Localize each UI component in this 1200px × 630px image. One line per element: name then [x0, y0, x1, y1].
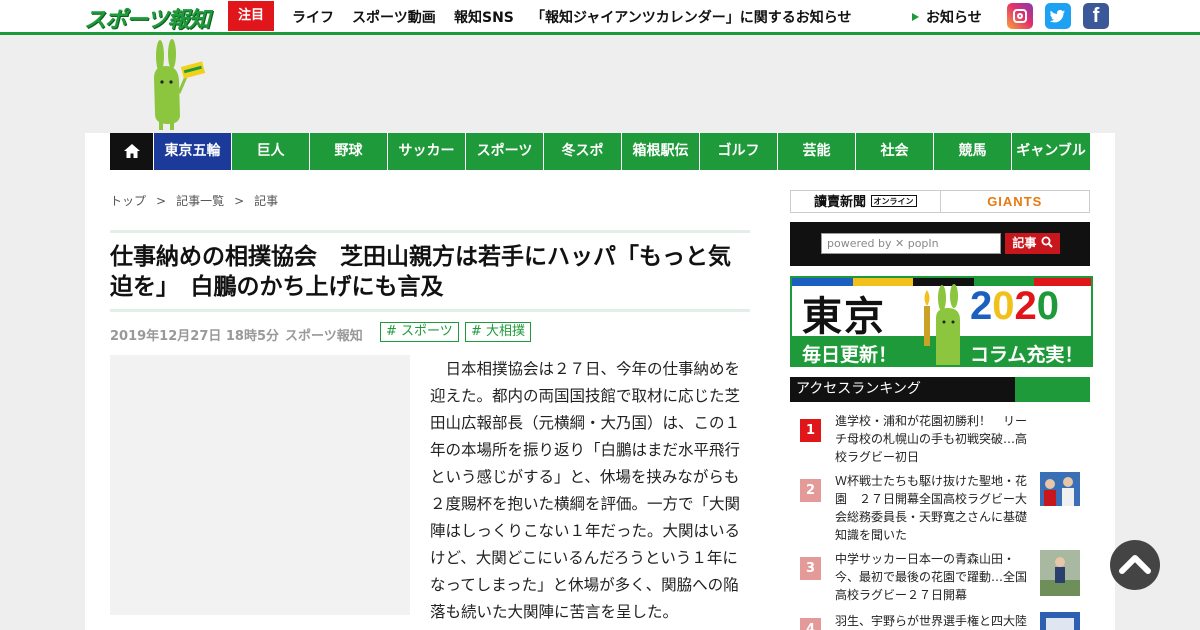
tokyo-banner-sub-left: 毎日更新！: [802, 344, 898, 366]
breadcrumb-article-list[interactable]: 記事一覧: [176, 194, 224, 208]
home-icon: [123, 144, 140, 158]
triangle-right-icon: [912, 13, 919, 21]
site-logo[interactable]: スポーツ報知: [84, 2, 211, 33]
tab-gambling[interactable]: ギャンブル: [1012, 133, 1090, 170]
tokyo-banner-title-left: 東京: [802, 294, 886, 340]
tokyo-banner-title-right: 2020: [970, 284, 1059, 329]
tag-sumo[interactable]: # 大相撲: [465, 322, 532, 342]
breadcrumb-article: 記事: [254, 194, 279, 208]
tokyo-banner-digit: 0: [1036, 284, 1059, 328]
tab-winter-sports[interactable]: 冬スポ: [544, 133, 622, 170]
nav-hochi-sns[interactable]: 報知SNS: [454, 7, 514, 27]
tokyo-banner-sub-right: コラム充実！: [970, 344, 1084, 366]
tab-hakone-ekiden[interactable]: 箱根駅伝: [622, 133, 700, 170]
article-source: スポーツ報知: [285, 329, 363, 344]
breadcrumb-top[interactable]: トップ: [110, 194, 146, 208]
tag-sports[interactable]: # スポーツ: [380, 322, 459, 342]
search-bar: powered by ✕ popIn 記事: [790, 222, 1090, 266]
featured-button[interactable]: 注目: [228, 1, 274, 31]
tab-giants[interactable]: 巨人: [232, 133, 310, 170]
back-to-top-button[interactable]: [1110, 540, 1160, 590]
tab-society[interactable]: 社会: [856, 133, 934, 170]
article-date: 2019年12月27日 18時5分: [110, 329, 280, 344]
article-photo: [110, 355, 410, 615]
twitter-icon[interactable]: [1045, 3, 1071, 29]
article-meta: 2019年12月27日 18時5分 スポーツ報知: [110, 325, 363, 344]
yomiuri-sub-label: オンライン: [870, 195, 917, 207]
notice-link[interactable]: お知らせ: [912, 7, 982, 27]
site-logo-text: スポーツ報知: [84, 8, 211, 33]
tab-baseball[interactable]: 野球: [310, 133, 388, 170]
tokyo-banner-digit: 2: [970, 284, 993, 328]
ranking-item-text: Ｗ杯戦士たちも駆け抜けた聖地・花園 ２７日開幕全国高校ラグビー大会総務委員長・天…: [835, 474, 1028, 542]
nav-life[interactable]: ライフ: [292, 7, 334, 27]
tab-tokyo-olympics[interactable]: 東京五輪: [154, 133, 232, 170]
ranking-thumbnail: [1040, 472, 1080, 506]
mascot-rabbit-icon: [154, 39, 206, 130]
ranking-item-text: 中学サッカー日本一の青森山田・今、最初で最後の花園で躍動…全国高校ラグビー２７日…: [835, 552, 1028, 602]
tab-golf[interactable]: ゴルフ: [700, 133, 778, 170]
nav-sports-video[interactable]: スポーツ動画: [352, 7, 436, 27]
notice-label: お知らせ: [926, 10, 982, 26]
search-button[interactable]: 記事: [1005, 233, 1060, 254]
ranking-item[interactable]: 1 進学校・浦和が花園初勝利！ リーチ母校の札幌山の手も初戦突破…高校ラグビー初…: [790, 412, 1090, 468]
tab-horse-racing[interactable]: 競馬: [934, 133, 1012, 170]
ranking-header: アクセスランキング: [790, 377, 1090, 402]
yomiuri-label: 讀賣新聞: [813, 195, 866, 210]
tab-sports[interactable]: スポーツ: [466, 133, 544, 170]
ranking-title: アクセスランキング: [796, 381, 921, 397]
search-input[interactable]: powered by ✕ popIn: [821, 233, 1001, 254]
ranking-item-text: 羽生、宇野らが世界選手権と四大陸: [835, 614, 1028, 628]
torch-rabbit-icon: [924, 284, 960, 365]
ranking-item-text: 進学校・浦和が花園初勝利！ リーチ母校の札幌山の手も初戦突破…高校ラグビー初日: [835, 414, 1028, 464]
search-button-label: 記事: [1012, 236, 1037, 250]
ranking-number: 3: [800, 557, 821, 580]
nav-giants-calendar-notice[interactable]: 「報知ジャイアンツカレンダー」に関するお知らせ: [531, 7, 851, 27]
ranking-number: 4: [800, 618, 821, 630]
ranking-item[interactable]: 4 羽生、宇野らが世界選手権と四大陸: [790, 612, 1090, 630]
ranking-number: 1: [800, 419, 821, 442]
search-icon: [1041, 236, 1053, 248]
facebook-icon[interactable]: f: [1083, 3, 1109, 29]
category-nav: 東京五輪 巨人 野球 サッカー スポーツ 冬スポ 箱根駅伝 ゴルフ 芸能 社会 …: [110, 133, 1090, 170]
giants-link[interactable]: GIANTS: [941, 191, 1090, 212]
home-button[interactable]: [110, 133, 154, 170]
ranking-number: 2: [800, 479, 821, 502]
ranking-thumbnail: [1040, 612, 1080, 630]
yomiuri-online-link[interactable]: 讀賣新聞 オンライン: [791, 191, 941, 212]
article-title-box: 仕事納めの相撲協会 芝田山親方は若手にハッパ「もっと気迫を」 白鵬のかち上げにも…: [110, 230, 750, 312]
tokyo-banner-digit: 2: [1014, 284, 1037, 328]
chevron-up-icon: [1119, 555, 1151, 574]
article-body: 日本相撲協会は２７日、今年の仕事納めを迎えた。都内の両国国技館で取材に応じた芝田…: [430, 360, 741, 621]
breadcrumb: トップ > 記事一覧 > 記事: [110, 194, 279, 208]
tab-entertainment[interactable]: 芸能: [778, 133, 856, 170]
ranking-header-accent: [1015, 377, 1090, 402]
top-bar: スポーツ報知 注目 ライフ スポーツ動画 報知SNS 「報知ジャイアンツカレンダ…: [0, 0, 1200, 35]
ranking-item[interactable]: 2 Ｗ杯戦士たちも駆け抜けた聖地・花園 ２７日開幕全国高校ラグビー大会総務委員長…: [790, 472, 1090, 544]
yomiuri-giants-banner: 讀賣新聞 オンライン GIANTS: [790, 190, 1090, 213]
ranking-thumbnail: [1040, 550, 1080, 596]
tab-soccer[interactable]: サッカー: [388, 133, 466, 170]
tokyo-2020-banner[interactable]: 東京 2020 毎日更新！ コラム充実！: [790, 276, 1093, 367]
tokyo-banner-digit: 0: [992, 284, 1015, 328]
ranking-item[interactable]: 3 中学サッカー日本一の青森山田・今、最初で最後の花園で躍動…全国高校ラグビー２…: [790, 550, 1090, 608]
article-title: 仕事納めの相撲協会 芝田山親方は若手にハッパ「もっと気迫を」 白鵬のかち上げにも…: [110, 244, 731, 300]
instagram-icon[interactable]: [1007, 3, 1033, 29]
